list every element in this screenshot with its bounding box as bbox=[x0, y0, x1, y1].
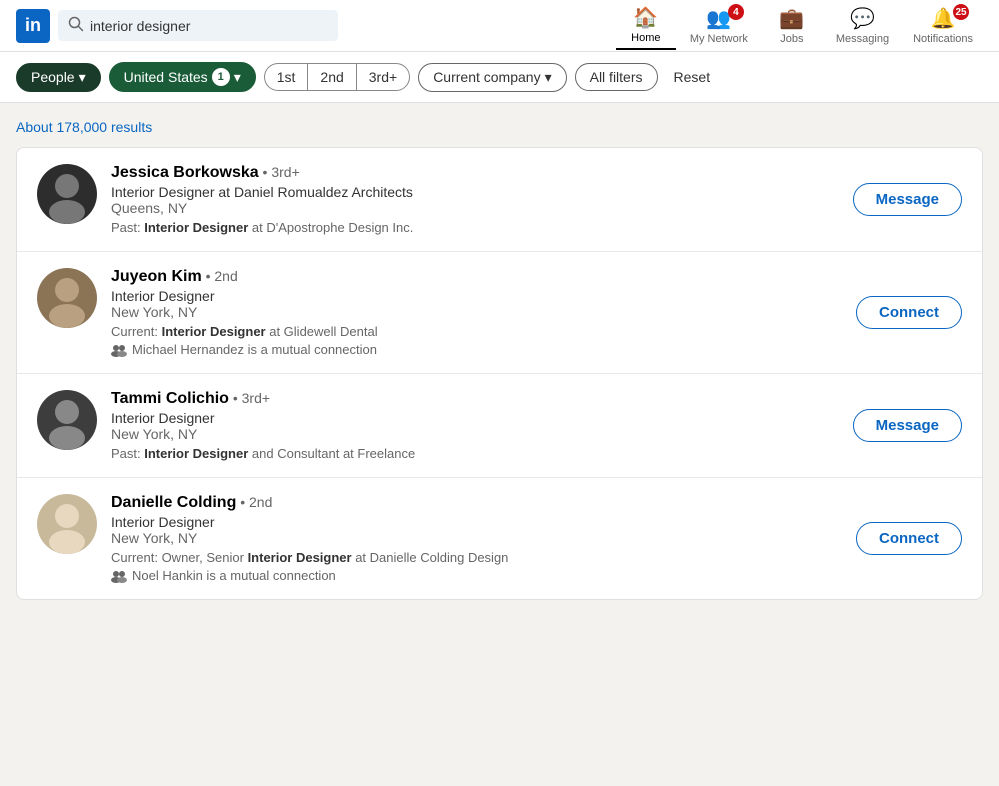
person-meta-past: Past: Interior Designer at D'Apostrophe … bbox=[111, 220, 839, 235]
person-info: Tammi Colichio • 3rd+ Interior Designer … bbox=[111, 390, 839, 461]
person-degree: • 3rd+ bbox=[263, 164, 300, 180]
nav-item-my-network[interactable]: 👥 4 My Network bbox=[680, 2, 758, 49]
person-name[interactable]: Danielle Colding bbox=[111, 494, 236, 511]
mutual-connection: Michael Hernandez is a mutual connection bbox=[111, 342, 842, 357]
reset-button[interactable]: Reset bbox=[666, 64, 719, 90]
message-button[interactable]: Message bbox=[853, 183, 962, 216]
results-card: Jessica Borkowska • 3rd+ Interior Design… bbox=[16, 147, 983, 600]
avatar[interactable] bbox=[37, 164, 97, 224]
person-name-line: Juyeon Kim • 2nd bbox=[111, 268, 842, 286]
person-title: Interior Designer bbox=[111, 288, 842, 304]
person-title: Interior Designer at Daniel Romualdez Ar… bbox=[111, 184, 839, 200]
message-button[interactable]: Message bbox=[853, 409, 962, 442]
location-badge: 1 bbox=[212, 68, 230, 86]
notifications-icon: 🔔 bbox=[931, 6, 956, 31]
all-filters-button[interactable]: All filters bbox=[575, 63, 658, 91]
my-network-badge: 4 bbox=[728, 4, 744, 20]
jobs-icon: 💼 bbox=[779, 6, 804, 31]
search-input[interactable] bbox=[90, 18, 290, 34]
avatar[interactable] bbox=[37, 390, 97, 450]
person-name-line: Tammi Colichio • 3rd+ bbox=[111, 390, 839, 408]
nav-item-jobs[interactable]: 💼 Jobs bbox=[762, 2, 822, 49]
filters-bar: People ▾ United States 1 ▾ 1st 2nd 3rd+ … bbox=[0, 52, 999, 103]
nav-item-messaging[interactable]: 💬 Messaging bbox=[826, 2, 899, 49]
search-bar bbox=[58, 10, 338, 41]
person-name[interactable]: Juyeon Kim bbox=[111, 268, 202, 285]
person-row: Tammi Colichio • 3rd+ Interior Designer … bbox=[17, 374, 982, 478]
person-name[interactable]: Jessica Borkowska bbox=[111, 164, 259, 181]
chevron-down-icon: ▾ bbox=[234, 69, 241, 86]
location-filter-button[interactable]: United States 1 ▾ bbox=[109, 62, 256, 92]
person-row: Juyeon Kim • 2nd Interior Designer New Y… bbox=[17, 252, 982, 374]
person-name-line: Jessica Borkowska • 3rd+ bbox=[111, 164, 839, 182]
person-name-line: Danielle Colding • 2nd bbox=[111, 494, 842, 512]
person-location: New York, NY bbox=[111, 304, 842, 320]
person-location: New York, NY bbox=[111, 530, 842, 546]
current-company-filter-button[interactable]: Current company ▾ bbox=[418, 63, 566, 92]
person-location: New York, NY bbox=[111, 426, 839, 442]
person-title: Interior Designer bbox=[111, 514, 842, 530]
header: in 🏠 Home 👥 4 My Network 💼 bbox=[0, 0, 999, 52]
person-name[interactable]: Tammi Colichio bbox=[111, 390, 229, 407]
person-degree: • 2nd bbox=[206, 268, 238, 284]
search-icon bbox=[68, 16, 84, 35]
person-info: Jessica Borkowska • 3rd+ Interior Design… bbox=[111, 164, 839, 235]
person-degree: • 2nd bbox=[240, 494, 272, 510]
nav-item-home[interactable]: 🏠 Home bbox=[616, 1, 676, 50]
nav-bar: 🏠 Home 👥 4 My Network 💼 Jobs 💬 Messaging… bbox=[616, 1, 983, 50]
results-count: About 178,000 results bbox=[16, 119, 983, 135]
degree-3rd-button[interactable]: 3rd+ bbox=[356, 63, 410, 91]
person-degree: • 3rd+ bbox=[233, 390, 270, 406]
degree-1st-button[interactable]: 1st bbox=[264, 63, 308, 91]
connect-button[interactable]: Connect bbox=[856, 296, 962, 329]
person-title: Interior Designer bbox=[111, 410, 839, 426]
person-row: Danielle Colding • 2nd Interior Designer… bbox=[17, 478, 982, 599]
person-location: Queens, NY bbox=[111, 200, 839, 216]
person-meta-current: Current: Interior Designer at Glidewell … bbox=[111, 324, 842, 339]
avatar[interactable] bbox=[37, 494, 97, 554]
avatar[interactable] bbox=[37, 268, 97, 328]
person-row: Jessica Borkowska • 3rd+ Interior Design… bbox=[17, 148, 982, 252]
degree-filters: 1st 2nd 3rd+ bbox=[264, 63, 410, 91]
people-filter-button[interactable]: People ▾ bbox=[16, 63, 101, 92]
chevron-down-icon: ▾ bbox=[79, 69, 86, 86]
chevron-down-icon: ▾ bbox=[545, 69, 552, 86]
person-info: Juyeon Kim • 2nd Interior Designer New Y… bbox=[111, 268, 842, 357]
mutual-connection: Noel Hankin is a mutual connection bbox=[111, 568, 842, 583]
person-meta-current: Current: Owner, Senior Interior Designer… bbox=[111, 550, 842, 565]
notifications-badge: 25 bbox=[953, 4, 969, 20]
main-content: About 178,000 results Jessica Borkowska … bbox=[0, 103, 999, 616]
nav-item-notifications[interactable]: 🔔 25 Notifications bbox=[903, 2, 983, 49]
linkedin-logo[interactable]: in bbox=[16, 9, 50, 43]
person-info: Danielle Colding • 2nd Interior Designer… bbox=[111, 494, 842, 583]
person-meta-past: Past: Interior Designer and Consultant a… bbox=[111, 446, 839, 461]
home-icon: 🏠 bbox=[633, 5, 658, 30]
connect-button[interactable]: Connect bbox=[856, 522, 962, 555]
messaging-icon: 💬 bbox=[850, 6, 875, 31]
degree-2nd-button[interactable]: 2nd bbox=[307, 63, 355, 91]
